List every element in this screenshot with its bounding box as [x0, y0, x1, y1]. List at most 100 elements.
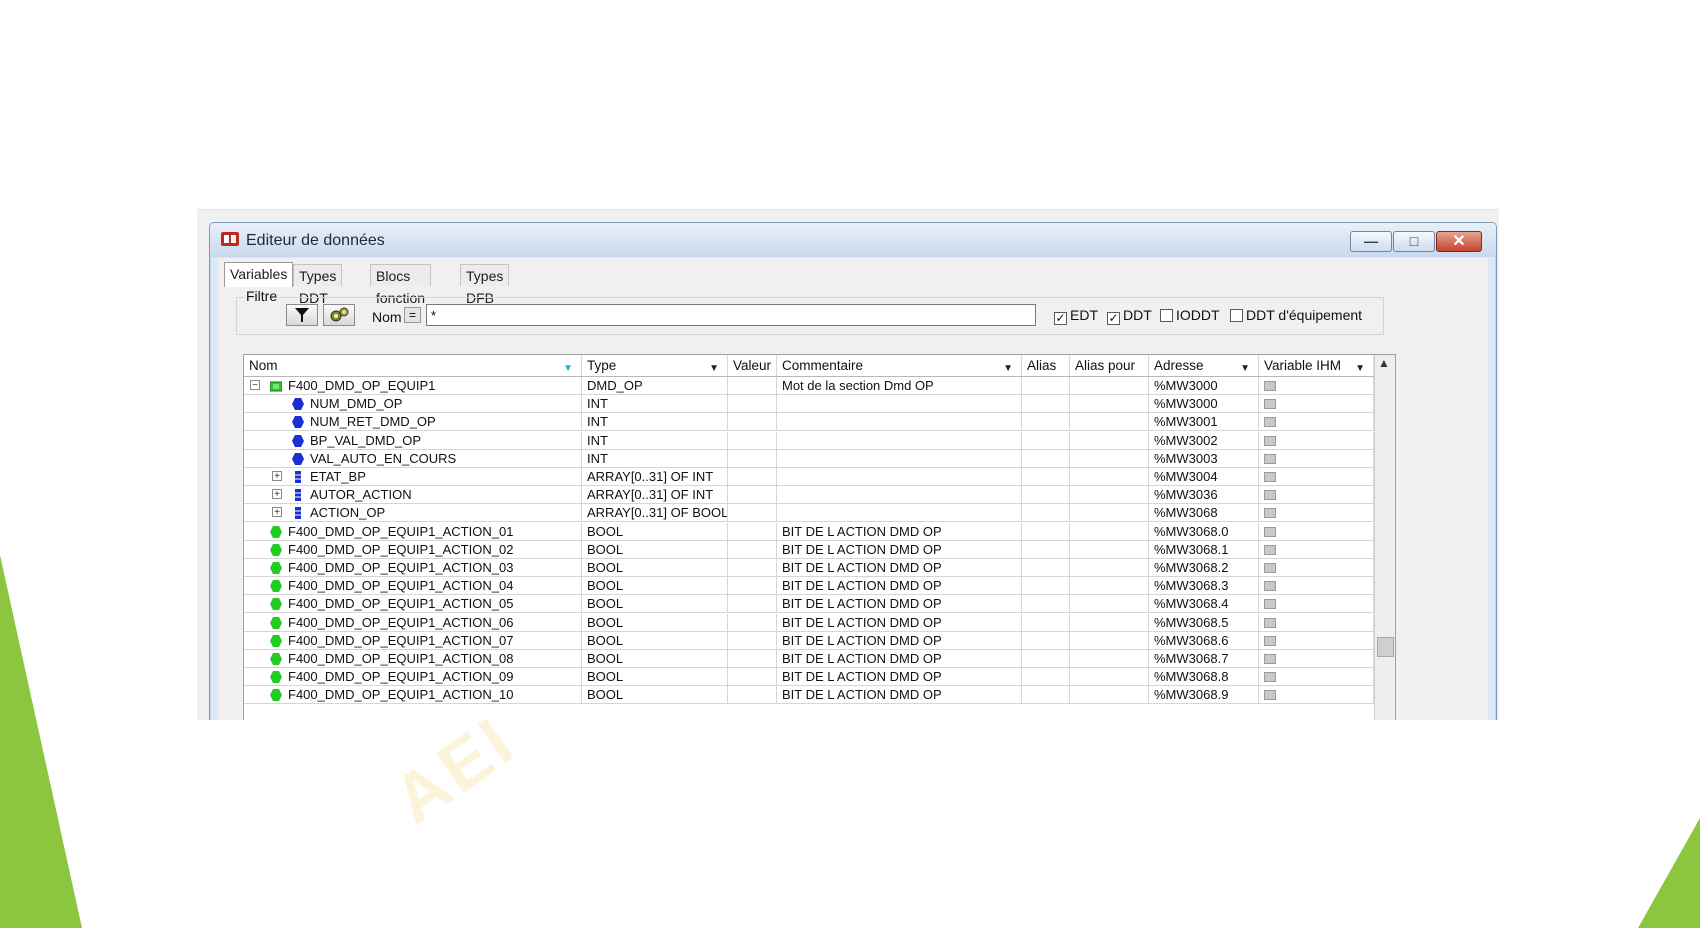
- column-header-adresse[interactable]: Adresse ▼: [1149, 355, 1259, 376]
- cell-value[interactable]: [728, 577, 777, 596]
- cell-alias-for[interactable]: [1070, 577, 1149, 596]
- cell-value[interactable]: [728, 613, 777, 632]
- cell-alias[interactable]: [1022, 595, 1070, 614]
- cell-comment[interactable]: BIT DE L ACTION DMD OP: [777, 668, 1022, 687]
- close-button[interactable]: ✕: [1436, 231, 1482, 252]
- cell-alias[interactable]: [1022, 449, 1070, 468]
- table-row[interactable]: BP_VAL_DMD_OP INT %MW3002: [244, 431, 1374, 450]
- cell-nom[interactable]: F400_DMD_OP_EQUIP1_ACTION_05: [244, 595, 582, 614]
- table-row[interactable]: F400_DMD_OP_EQUIP1_ACTION_03 BOOL BIT DE L…: [244, 559, 1374, 577]
- column-header-valeur[interactable]: Valeur: [728, 355, 777, 376]
- cell-comment[interactable]: [777, 486, 1022, 505]
- cell-nom[interactable]: VAL_AUTO_EN_COURS: [244, 449, 582, 468]
- cell-alias-for[interactable]: [1070, 504, 1149, 523]
- table-row[interactable]: F400_DMD_OP_EQUIP1_ACTION_10 BOOL BIT DE L…: [244, 686, 1374, 705]
- cell-nom[interactable]: F400_DMD_OP_EQUIP1_ACTION_08: [244, 650, 582, 668]
- cell-type[interactable]: ARRAY[0..31] OF INT: [582, 486, 728, 505]
- column-header-alias-pour[interactable]: Alias pour: [1070, 355, 1149, 376]
- checkbox-ioddt[interactable]: IODDT: [1160, 307, 1220, 323]
- cell-nom[interactable]: + ACTION_OP: [244, 504, 582, 523]
- cell-variable-ihm[interactable]: [1259, 650, 1374, 668]
- column-header-commentaire[interactable]: Commentaire ▼: [777, 355, 1022, 376]
- expand-icon[interactable]: +: [272, 507, 282, 518]
- checkbox-ddt[interactable]: ✓ DDT: [1107, 307, 1152, 325]
- cell-alias-for[interactable]: [1070, 540, 1149, 559]
- cell-value[interactable]: [728, 431, 777, 450]
- cell-alias-for[interactable]: [1070, 650, 1149, 668]
- cell-value[interactable]: [728, 540, 777, 559]
- cell-nom[interactable]: + ETAT_BP: [244, 468, 582, 486]
- collapse-icon[interactable]: −: [250, 380, 260, 391]
- table-row[interactable]: NUM_RET_DMD_OP INT %MW3001: [244, 413, 1374, 432]
- column-header-variable-ihm[interactable]: Variable IHM ▼: [1259, 355, 1374, 376]
- cell-alias[interactable]: [1022, 540, 1070, 559]
- cell-variable-ihm[interactable]: [1259, 668, 1374, 687]
- cell-type[interactable]: DMD_OP: [582, 377, 728, 395]
- cell-type[interactable]: INT: [582, 431, 728, 450]
- cell-alias[interactable]: [1022, 668, 1070, 687]
- cell-value[interactable]: [728, 650, 777, 668]
- cell-alias-for[interactable]: [1070, 686, 1149, 705]
- table-row[interactable]: NUM_DMD_OP INT %MW3000: [244, 395, 1374, 414]
- cell-value[interactable]: [728, 413, 777, 432]
- cell-nom[interactable]: − F400_DMD_OP_EQUIP1: [244, 377, 582, 395]
- cell-comment[interactable]: [777, 468, 1022, 486]
- cell-nom[interactable]: F400_DMD_OP_EQUIP1_ACTION_04: [244, 577, 582, 596]
- ihm-checkbox-icon[interactable]: [1264, 544, 1276, 555]
- cell-value[interactable]: [728, 486, 777, 505]
- cell-variable-ihm[interactable]: [1259, 395, 1374, 414]
- checkbox-ioddt-box[interactable]: [1160, 309, 1173, 322]
- ihm-checkbox-icon[interactable]: [1264, 672, 1276, 683]
- cell-variable-ihm[interactable]: [1259, 577, 1374, 596]
- column-header-nom[interactable]: Nom ▼: [244, 355, 582, 376]
- tab-types-dfb[interactable]: Types DFB: [460, 264, 510, 306]
- cell-variable-ihm[interactable]: [1259, 686, 1374, 705]
- cell-nom[interactable]: + AUTOR_ACTION: [244, 486, 582, 505]
- cell-value[interactable]: [728, 395, 777, 414]
- cell-alias[interactable]: [1022, 504, 1070, 523]
- cell-address[interactable]: %MW3068.3: [1149, 577, 1259, 596]
- cell-comment[interactable]: [777, 504, 1022, 523]
- vertical-scrollbar[interactable]: ▲: [1374, 355, 1395, 720]
- table-row[interactable]: F400_DMD_OP_EQUIP1_ACTION_02 BOOL BIT DE L…: [244, 540, 1374, 559]
- cell-nom[interactable]: F400_DMD_OP_EQUIP1_ACTION_06: [244, 613, 582, 632]
- cell-type[interactable]: BOOL: [582, 650, 728, 668]
- cell-address[interactable]: %MW3068.7: [1149, 650, 1259, 668]
- equals-button[interactable]: =: [404, 307, 421, 323]
- name-filter-input[interactable]: [426, 304, 1036, 326]
- filter-settings-button[interactable]: [323, 304, 355, 326]
- cell-address[interactable]: %MW3068.9: [1149, 686, 1259, 705]
- cell-alias[interactable]: [1022, 431, 1070, 450]
- cell-comment[interactable]: [777, 449, 1022, 468]
- cell-value[interactable]: [728, 377, 777, 395]
- cell-alias[interactable]: [1022, 577, 1070, 596]
- table-row[interactable]: VAL_AUTO_EN_COURS INT %MW3003: [244, 449, 1374, 468]
- cell-address[interactable]: %MW3004: [1149, 468, 1259, 486]
- cell-value[interactable]: [728, 686, 777, 705]
- cell-variable-ihm[interactable]: [1259, 486, 1374, 505]
- cell-nom[interactable]: F400_DMD_OP_EQUIP1_ACTION_01: [244, 522, 582, 541]
- cell-variable-ihm[interactable]: [1259, 613, 1374, 632]
- table-row[interactable]: F400_DMD_OP_EQUIP1_ACTION_04 BOOL BIT DE L…: [244, 577, 1374, 596]
- ihm-checkbox-icon[interactable]: [1264, 508, 1276, 519]
- cell-comment[interactable]: BIT DE L ACTION DMD OP: [777, 686, 1022, 705]
- title-bar[interactable]: Editeur de données — □ ✕: [210, 223, 1496, 257]
- column-header-alias[interactable]: Alias: [1022, 355, 1070, 376]
- cell-alias-for[interactable]: [1070, 413, 1149, 432]
- cell-type[interactable]: BOOL: [582, 559, 728, 577]
- cell-alias-for[interactable]: [1070, 595, 1149, 614]
- cell-address[interactable]: %MW3000: [1149, 377, 1259, 395]
- cell-alias-for[interactable]: [1070, 449, 1149, 468]
- cell-variable-ihm[interactable]: [1259, 504, 1374, 523]
- cell-nom[interactable]: F400_DMD_OP_EQUIP1_ACTION_02: [244, 540, 582, 559]
- ihm-checkbox-icon[interactable]: [1264, 690, 1276, 701]
- cell-comment[interactable]: BIT DE L ACTION DMD OP: [777, 522, 1022, 541]
- cell-address[interactable]: %MW3068.6: [1149, 631, 1259, 650]
- cell-variable-ihm[interactable]: [1259, 468, 1374, 486]
- checkbox-ddt-equipement[interactable]: DDT d'équipement: [1230, 307, 1362, 323]
- cell-variable-ihm[interactable]: [1259, 631, 1374, 650]
- cell-alias-for[interactable]: [1070, 631, 1149, 650]
- minimize-button[interactable]: —: [1350, 231, 1392, 252]
- ihm-checkbox-icon[interactable]: [1264, 635, 1276, 646]
- cell-value[interactable]: [728, 522, 777, 541]
